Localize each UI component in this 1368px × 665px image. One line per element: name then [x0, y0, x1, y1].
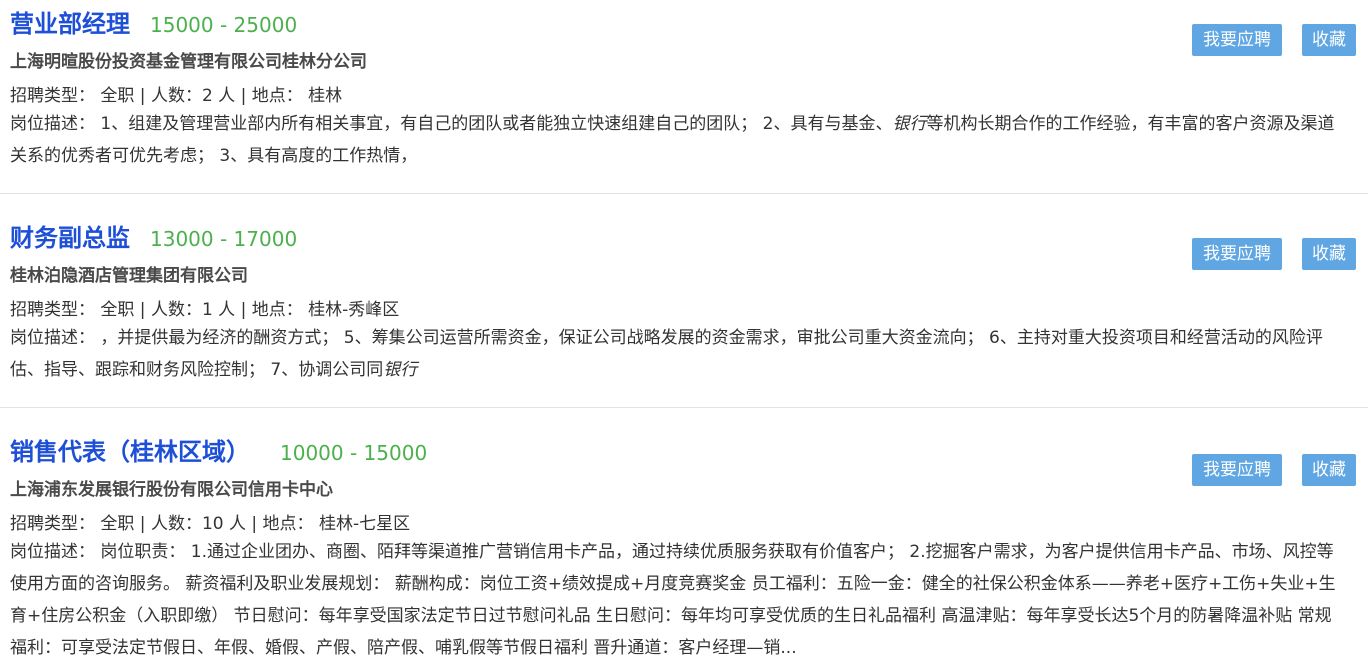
job-description: 岗位描述： ，并提供最为经济的酬资方式； 5、筹集公司运营所需资金，保证公司战略… — [10, 322, 1358, 386]
favorite-button[interactable]: 收藏 — [1302, 454, 1356, 486]
job-title-row: 营业部经理 15000 - 25000 — [10, 0, 1358, 39]
company-name: 桂林泊隐酒店管理集团有限公司 — [10, 266, 248, 286]
job-location: 桂林 — [308, 86, 343, 106]
job-location: 桂林-秀峰区 — [308, 300, 400, 320]
job-description: 岗位描述： 1、组建及管理营业部内所有相关事宜，有自己的团队或者能独立快速组建自… — [10, 108, 1358, 172]
job-listing: 营业部经理 15000 - 25000 上海明暄股份投资基金管理有限公司桂林分公… — [0, 0, 1368, 194]
desc-text-before: 岗位职责： 1.通过企业团办、商圈、陌拜等渠道推广营销信用卡产品，通过持续优质服… — [10, 542, 1336, 658]
salary-range: 13000 - 17000 — [150, 227, 298, 251]
job-type: 全职 — [100, 514, 135, 534]
job-title-link[interactable]: 销售代表（桂林区域） — [10, 432, 250, 467]
headcount: 1 人 — [201, 300, 236, 320]
job-listing: 销售代表（桂林区域） 10000 - 15000 上海浦东发展银行股份有限公司信… — [0, 408, 1368, 665]
company-name: 上海浦东发展银行股份有限公司信用卡中心 — [10, 480, 333, 500]
location-label: 地点： — [251, 300, 303, 320]
type-label: 招聘类型： — [10, 300, 95, 320]
count-label: 人数： — [150, 514, 202, 534]
headcount: 10 人 — [201, 514, 246, 534]
job-location: 桂林-七星区 — [318, 514, 411, 534]
job-meta: 招聘类型： 全职 | 人数：2 人 | 地点： 桂林 — [10, 86, 343, 106]
job-title-row: 销售代表（桂林区域） 10000 - 15000 — [10, 408, 1358, 467]
desc-text-before: ，并提供最为经济的酬资方式； 5、筹集公司运营所需资金，保证公司战略发展的资金需… — [10, 328, 1323, 380]
job-listing: 财务副总监 13000 - 17000 桂林泊隐酒店管理集团有限公司 招聘类型：… — [0, 194, 1368, 408]
desc-highlight: 银行 — [383, 360, 418, 380]
type-label: 招聘类型： — [10, 86, 95, 106]
job-title-link[interactable]: 财务副总监 — [10, 218, 130, 253]
location-label: 地点： — [251, 86, 303, 106]
job-type: 全职 — [100, 86, 135, 106]
count-label: 人数： — [150, 86, 202, 106]
apply-button[interactable]: 我要应聘 — [1192, 238, 1282, 270]
favorite-button[interactable]: 收藏 — [1302, 24, 1356, 56]
company-name: 上海明暄股份投资基金管理有限公司桂林分公司 — [10, 52, 367, 72]
location-label: 地点： — [262, 514, 314, 534]
desc-label: 岗位描述： — [10, 328, 95, 348]
desc-text-before: 1、组建及管理营业部内所有相关事宜，有自己的团队或者能独立快速组建自己的团队； … — [100, 114, 893, 134]
job-meta: 招聘类型： 全职 | 人数：10 人 | 地点： 桂林-七星区 — [10, 514, 411, 534]
job-title-link[interactable]: 营业部经理 — [10, 4, 130, 39]
job-meta: 招聘类型： 全职 | 人数：1 人 | 地点： 桂林-秀峰区 — [10, 300, 400, 320]
job-type: 全职 — [100, 300, 135, 320]
count-label: 人数： — [150, 300, 202, 320]
job-title-row: 财务副总监 13000 - 17000 — [10, 194, 1358, 253]
apply-button[interactable]: 我要应聘 — [1192, 24, 1282, 56]
salary-range: 10000 - 15000 — [280, 441, 428, 465]
headcount: 2 人 — [201, 86, 236, 106]
favorite-button[interactable]: 收藏 — [1302, 238, 1356, 270]
desc-label: 岗位描述： — [10, 542, 95, 562]
job-description: 岗位描述： 岗位职责： 1.通过企业团办、商圈、陌拜等渠道推广营销信用卡产品，通… — [10, 536, 1358, 664]
desc-label: 岗位描述： — [10, 114, 95, 134]
type-label: 招聘类型： — [10, 514, 95, 534]
apply-button[interactable]: 我要应聘 — [1192, 454, 1282, 486]
desc-highlight: 银行 — [892, 114, 927, 134]
salary-range: 15000 - 25000 — [150, 13, 298, 37]
